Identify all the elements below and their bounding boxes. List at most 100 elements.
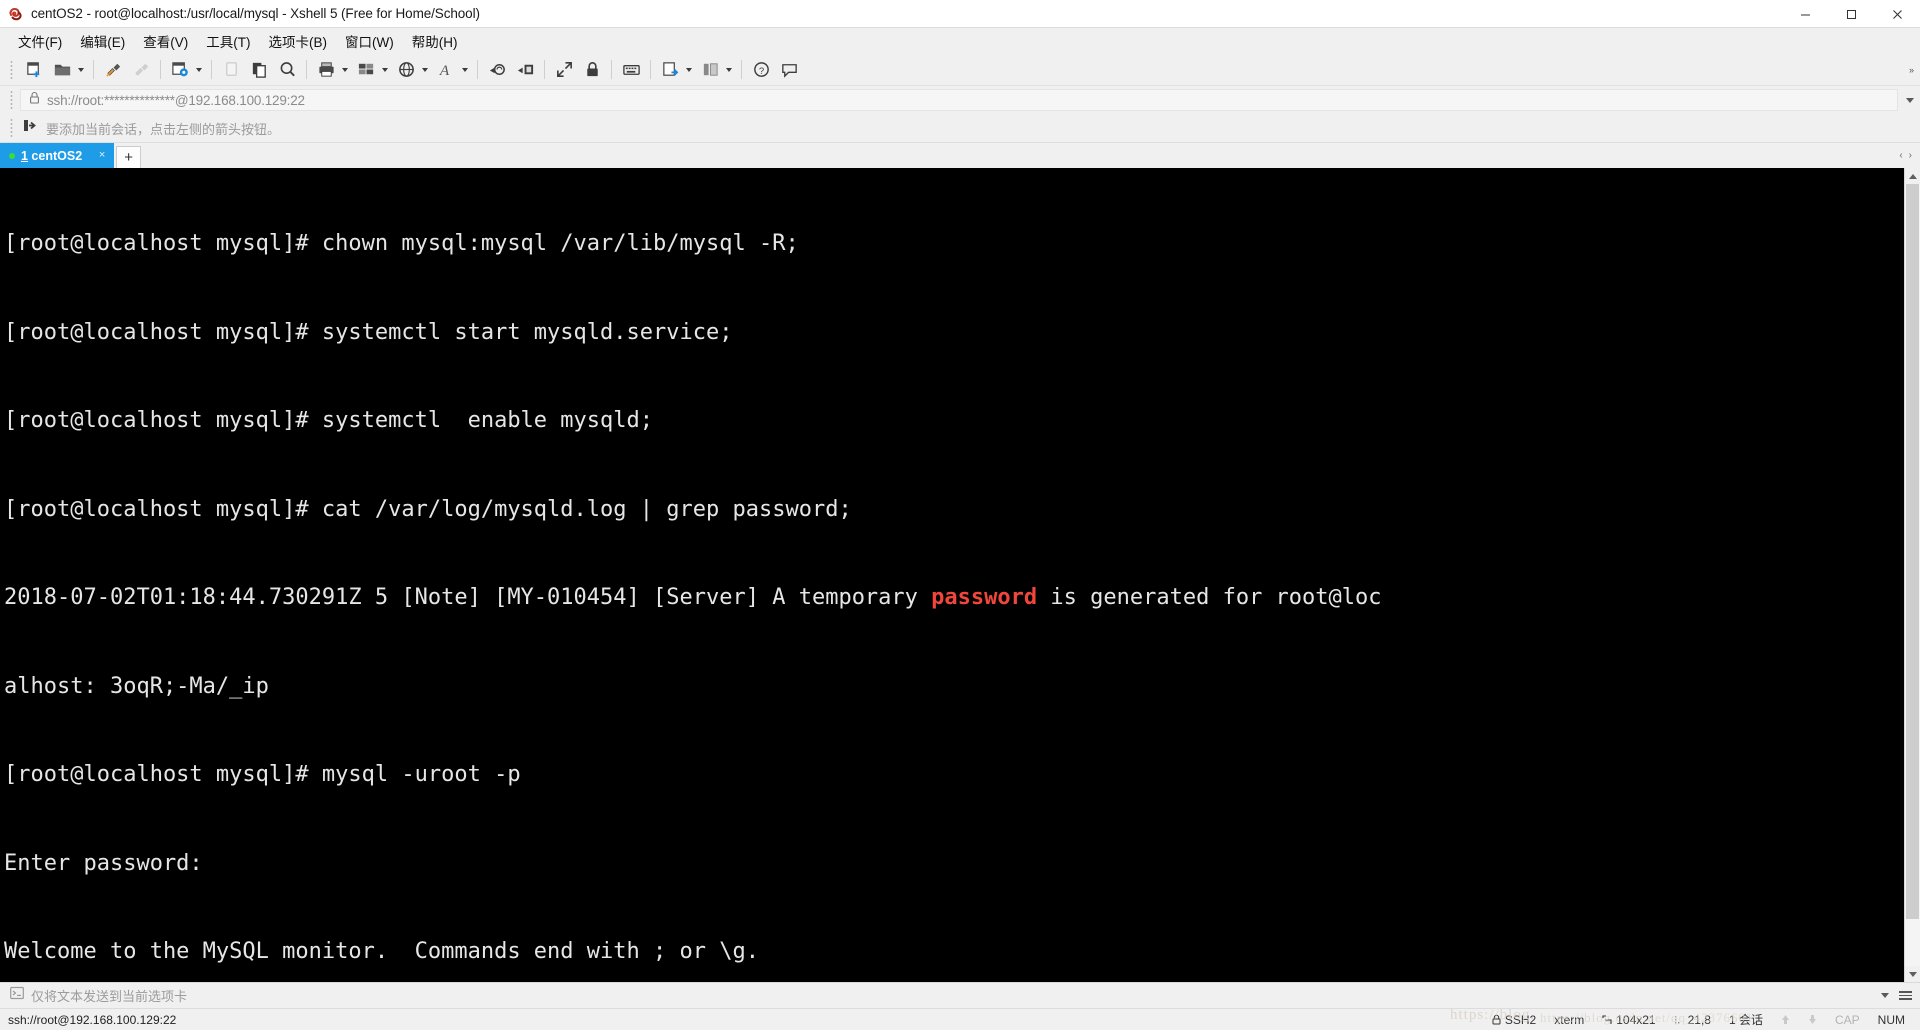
status-connection: ssh://root@192.168.100.129:22 xyxy=(8,1012,177,1027)
grep-highlight: password xyxy=(931,585,1038,610)
status-caps-lock: CAP xyxy=(1834,1012,1860,1027)
layout-button[interactable] xyxy=(353,57,379,83)
layout-dropdown-icon[interactable] xyxy=(380,57,390,83)
toolbar-separator-2 xyxy=(160,60,161,79)
scroll-down-arrow-icon[interactable] xyxy=(1905,966,1920,982)
svg-text:?: ? xyxy=(758,66,763,77)
terminal-line: alhost: 3oqR;-Ma/_ip xyxy=(4,673,269,699)
send-text-label: 仅将文本发送到当前选项卡 xyxy=(31,989,188,1004)
find-button[interactable] xyxy=(274,57,300,83)
send-target-dropdown[interactable] xyxy=(1876,993,1894,998)
status-transfer-up xyxy=(1772,1014,1799,1025)
menu-view[interactable]: 查看(V) xyxy=(134,28,197,54)
terminal-line: [root@localhost mysql]# systemctl enable… xyxy=(4,408,654,433)
toolbar-separator-7 xyxy=(611,60,612,79)
globe-dropdown-icon[interactable] xyxy=(420,57,430,83)
terminal-screen[interactable]: [root@localhost mysql]# chown mysql:mysq… xyxy=(0,168,1904,982)
print-button[interactable] xyxy=(313,57,339,83)
close-button[interactable] xyxy=(1874,0,1920,28)
send-bar-menu-button[interactable] xyxy=(1894,991,1916,1000)
copy-button[interactable] xyxy=(218,57,244,83)
add-session-hint-bar: 要添加当前会话，点击左侧的箭头按钮。 xyxy=(0,114,1920,143)
tab-close-icon[interactable]: × xyxy=(96,150,108,161)
help-button[interactable]: ? xyxy=(748,57,774,83)
terminal-area: [root@localhost mysql]# chown mysql:mysq… xyxy=(0,168,1920,982)
open-session-dropdown-icon[interactable] xyxy=(76,57,86,83)
tab-bar-spacer xyxy=(141,143,1899,168)
hint-bar-grip[interactable] xyxy=(10,118,13,138)
session-properties-dropdown-icon[interactable] xyxy=(194,57,204,83)
terminal-line: [root@localhost mysql]# cat /var/log/mys… xyxy=(4,496,852,522)
toolbar-grip[interactable] xyxy=(10,59,13,80)
globe-button[interactable] xyxy=(393,57,419,83)
menu-tabs[interactable]: 选项卡(B) xyxy=(260,28,337,54)
log-line-pre: 2018-07-02T01:18:44.730291Z 5 [Note] [MY… xyxy=(4,585,932,610)
menu-window[interactable]: 窗口(W) xyxy=(336,28,403,54)
address-value: ssh://root:**************@192.168.100.12… xyxy=(47,92,305,108)
status-session-count: 1 会话 xyxy=(1728,1013,1763,1027)
address-bar: ssh://root:**************@192.168.100.12… xyxy=(0,86,1920,114)
paste-button[interactable] xyxy=(246,57,272,83)
status-screen-size-label: 104x21 xyxy=(1616,1012,1656,1027)
terminal-line: Enter password: xyxy=(4,850,203,876)
status-screen-size: 104x21 xyxy=(1593,1013,1664,1027)
compose-left-button[interactable] xyxy=(484,57,510,83)
tab-scroll-left-button[interactable]: ‹ xyxy=(1899,150,1902,161)
font-button[interactable]: A xyxy=(433,57,459,83)
font-dropdown-icon[interactable] xyxy=(460,57,470,83)
toolbar-separator xyxy=(93,60,94,79)
new-session-button[interactable] xyxy=(21,57,47,83)
columns-button[interactable] xyxy=(697,57,723,83)
toolbar: A ? » xyxy=(0,54,1920,86)
add-session-arrow-icon[interactable] xyxy=(23,118,38,138)
file-transfer-button[interactable] xyxy=(657,57,683,83)
tab-bar: 1 centOS2 × + ‹ › xyxy=(0,143,1920,168)
minimize-button[interactable] xyxy=(1782,0,1828,28)
address-input[interactable]: ssh://root:**************@192.168.100.12… xyxy=(20,89,1898,111)
disconnect-button[interactable] xyxy=(100,57,126,83)
tab-centos2[interactable]: 1 centOS2 × xyxy=(0,143,115,168)
xshell-logo-icon xyxy=(8,6,24,22)
columns-dropdown-icon[interactable] xyxy=(724,57,734,83)
compose-right-button[interactable] xyxy=(512,57,538,83)
window-title: centOS2 - root@localhost:/usr/local/mysq… xyxy=(31,6,480,21)
fullscreen-button[interactable] xyxy=(551,57,577,83)
open-session-button[interactable] xyxy=(49,57,75,83)
terminal-line-grep-match: 2018-07-02T01:18:44.730291Z 5 [Note] [MY… xyxy=(4,583,1904,613)
menu-edit[interactable]: 编辑(E) xyxy=(71,28,134,54)
scrollbar-track[interactable] xyxy=(1905,184,1920,966)
status-terminal-type: xterm xyxy=(1554,1012,1585,1027)
status-protocol-label: SSH2 xyxy=(1504,1012,1537,1027)
scroll-up-arrow-icon[interactable] xyxy=(1905,168,1920,184)
terminal-prompt-icon xyxy=(10,986,24,1005)
lock-button[interactable] xyxy=(579,57,605,83)
terminal-scrollbar[interactable] xyxy=(1904,168,1920,982)
menu-tools[interactable]: 工具(T) xyxy=(197,28,259,54)
title-bar: centOS2 - root@localhost:/usr/local/mysq… xyxy=(0,0,1920,28)
address-bar-grip[interactable] xyxy=(10,90,13,110)
toolbar-separator-4 xyxy=(306,60,307,79)
menu-file[interactable]: 文件(F) xyxy=(9,28,71,54)
session-properties-button[interactable] xyxy=(167,57,193,83)
status-bar: ssh://root@192.168.100.129:22 https://bl… xyxy=(0,1007,1920,1030)
menu-help[interactable]: 帮助(H) xyxy=(403,28,467,54)
menu-bar: 文件(F) 编辑(E) 查看(V) 工具(T) 选项卡(B) 窗口(W) 帮助(… xyxy=(0,28,1920,54)
tab-scroll-right-button[interactable]: › xyxy=(1909,150,1912,161)
terminal-line: [root@localhost mysql]# systemctl start … xyxy=(4,319,733,345)
status-cursor-position-label: 21,8 xyxy=(1687,1012,1711,1027)
tab-name: centOS2 xyxy=(27,148,83,163)
address-history-dropdown[interactable] xyxy=(1900,86,1920,114)
feedback-button[interactable] xyxy=(776,57,802,83)
terminal-line: [root@localhost mysql]# mysql -uroot -p xyxy=(4,762,521,787)
tab-scroll-controls: ‹ › xyxy=(1899,143,1920,168)
toolbar-overflow-button[interactable]: » xyxy=(1909,54,1914,86)
status-num-lock: NUM xyxy=(1877,1012,1905,1027)
file-transfer-dropdown-icon[interactable] xyxy=(684,57,694,83)
svg-text:A: A xyxy=(438,62,449,79)
scrollbar-thumb[interactable] xyxy=(1906,184,1919,920)
print-dropdown-icon[interactable] xyxy=(340,57,350,83)
maximize-button[interactable] xyxy=(1828,0,1874,28)
new-tab-button[interactable]: + xyxy=(116,146,142,168)
keyboard-button[interactable] xyxy=(618,57,644,83)
reconnect-button[interactable] xyxy=(128,57,154,83)
